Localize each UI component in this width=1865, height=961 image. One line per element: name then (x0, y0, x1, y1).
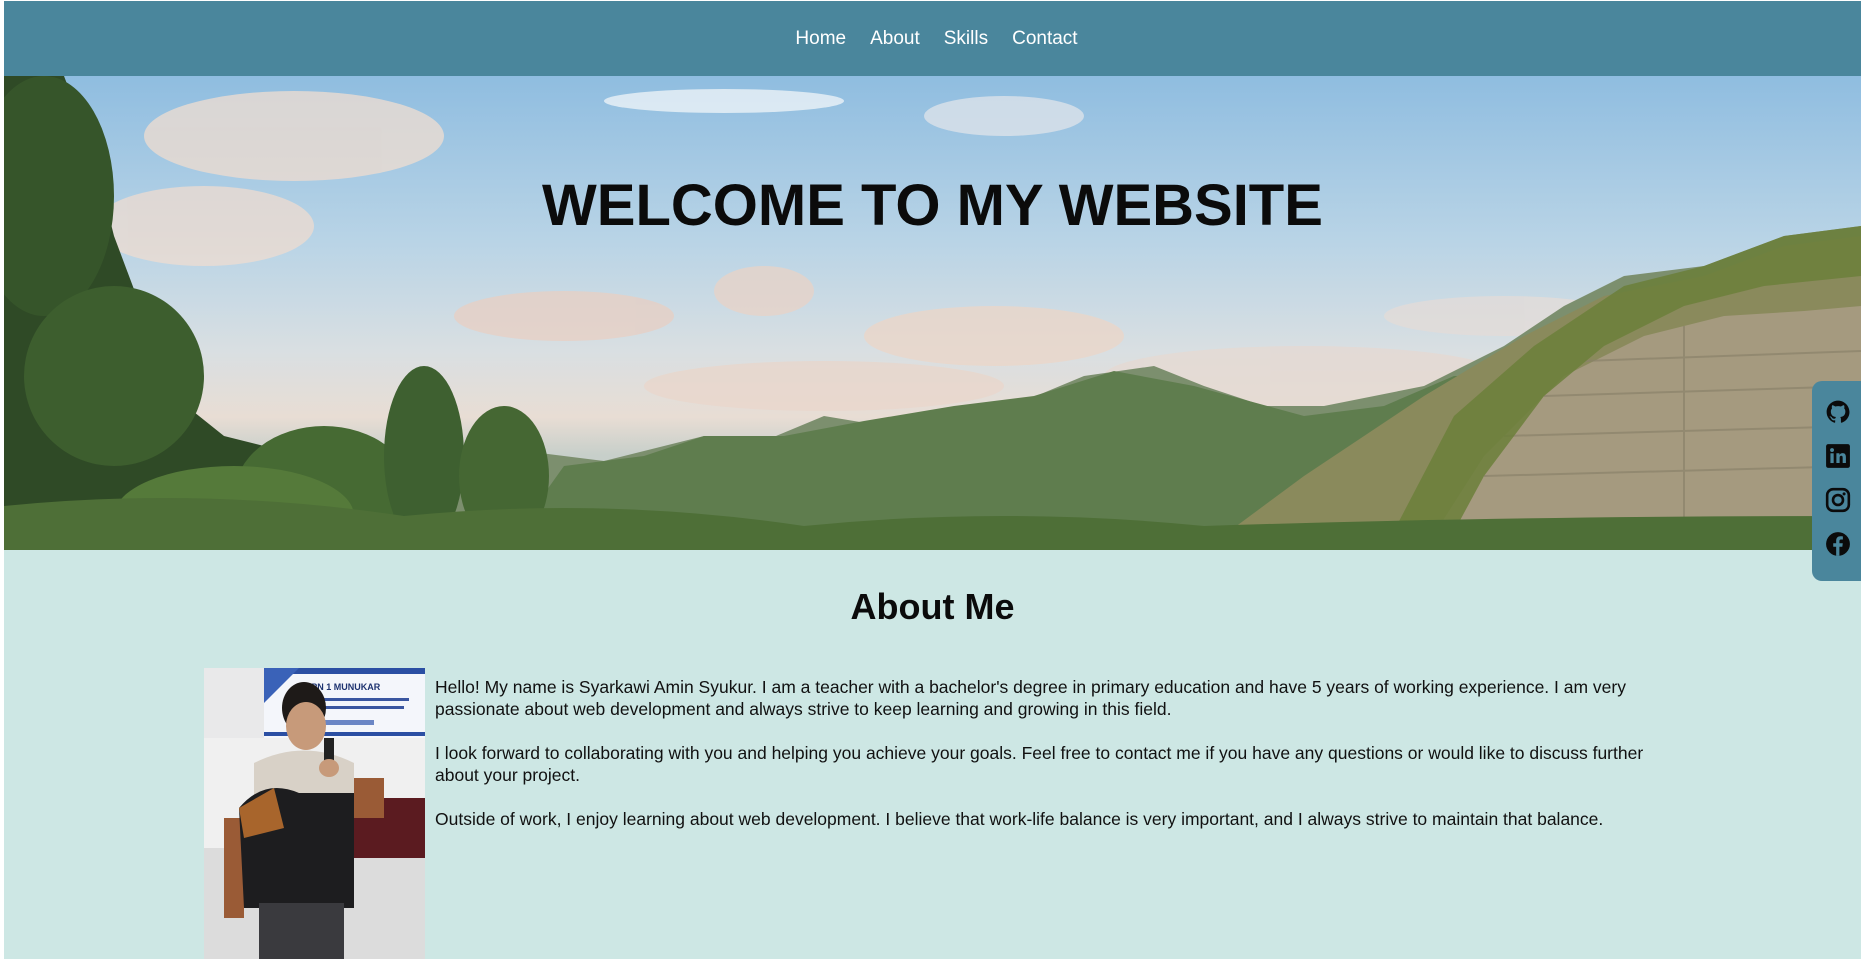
facebook-icon[interactable] (1825, 531, 1851, 557)
instagram-icon[interactable] (1825, 487, 1851, 513)
profile-photo: SMPN 1 MUNUKAR (204, 668, 425, 959)
nav-links: Home About Skills Contact (795, 28, 1077, 50)
github-icon[interactable] (1825, 399, 1851, 425)
social-sidebar (1812, 381, 1861, 581)
nav-link-about[interactable]: About (870, 28, 920, 50)
about-heading: About Me (850, 586, 1015, 627)
nav-link-home[interactable]: Home (795, 28, 846, 50)
about-paragraph-3: Outside of work, I enjoy learning about … (435, 809, 1604, 829)
nav-link-skills[interactable]: Skills (944, 28, 988, 50)
about-paragraph-2: I look forward to collaborating with you… (435, 743, 1644, 785)
hero-section: WELCOME TO MY WEBSITE (4, 76, 1861, 550)
hero-landscape-image (4, 76, 1861, 550)
navbar: Home About Skills Contact (4, 1, 1861, 76)
about-text: Hello! My name is Syarkawi Amin Syukur. … (435, 676, 1665, 852)
page-frame: Home About Skills Contact WELCOME TO MY … (4, 1, 1861, 959)
about-paragraph-1: Hello! My name is Syarkawi Amin Syukur. … (435, 677, 1626, 719)
linkedin-icon[interactable] (1825, 443, 1851, 469)
nav-link-contact[interactable]: Contact (1012, 28, 1077, 50)
hero-title: WELCOME TO MY WEBSITE (542, 173, 1323, 238)
